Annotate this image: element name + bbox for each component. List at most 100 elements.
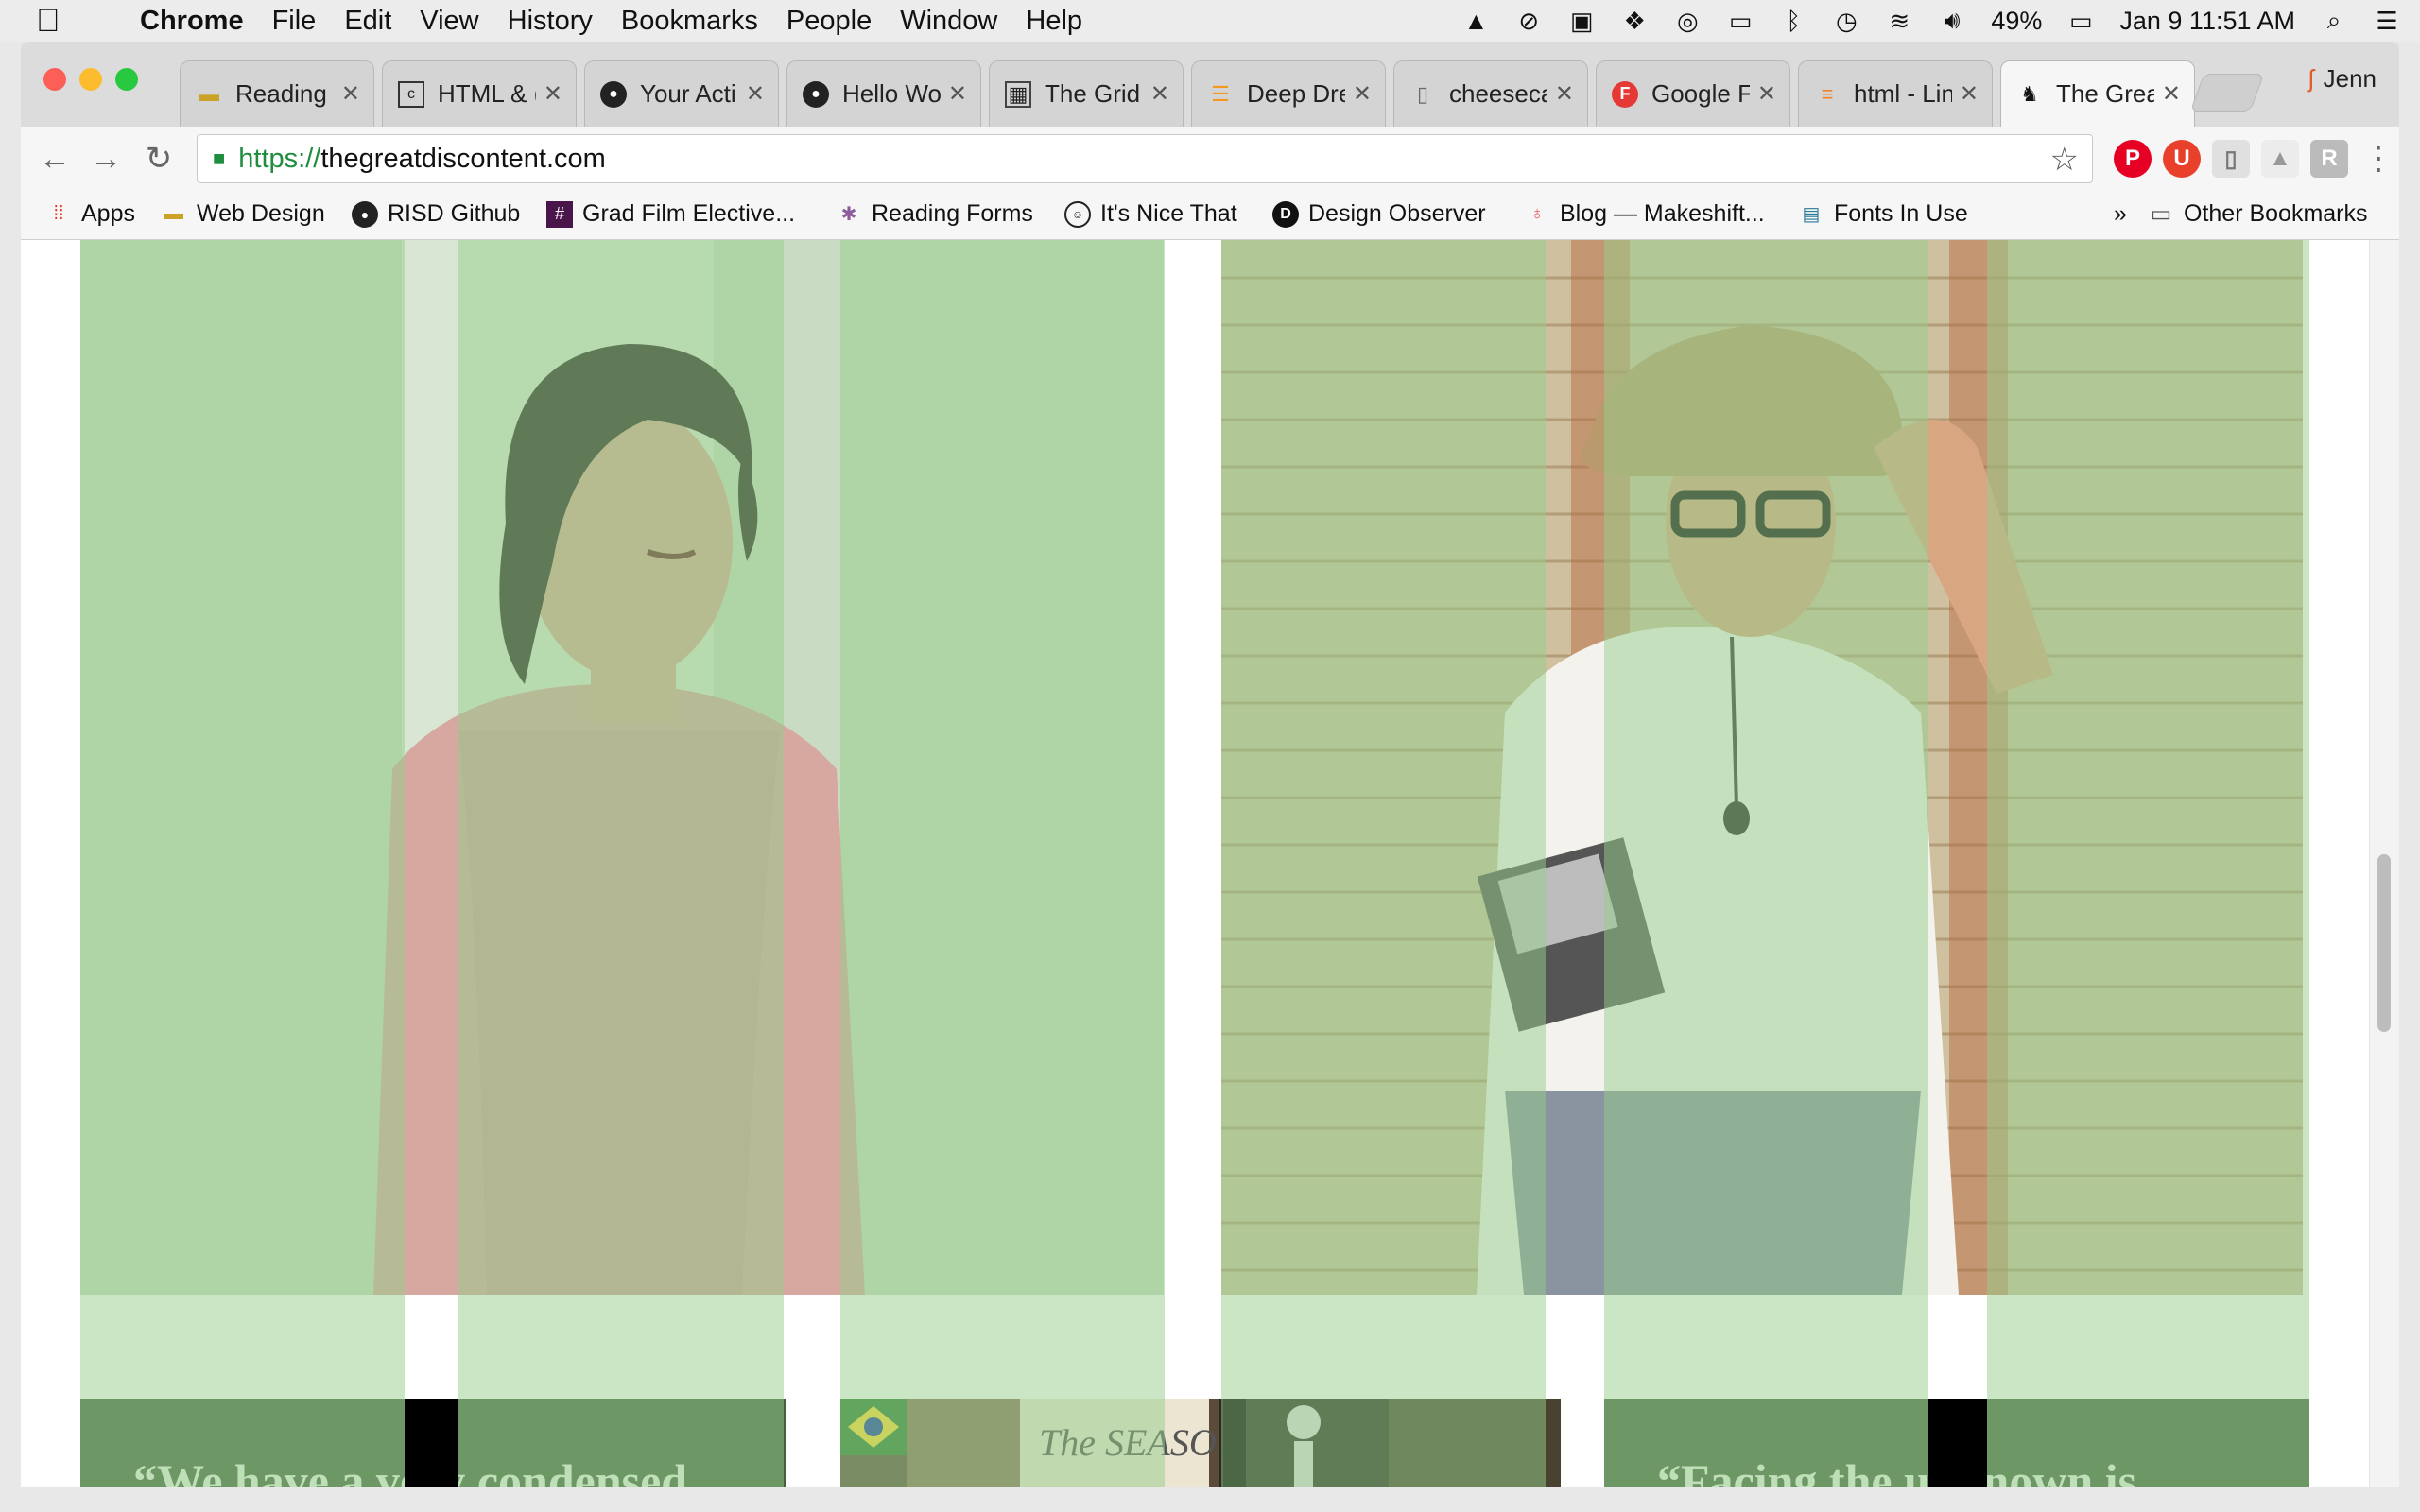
browser-window: ▬ Reading ✕ c HTML & ( ✕ ● Your Acti ✕ ●…	[21, 42, 2399, 1487]
document-extension-icon[interactable]: ▯	[2212, 140, 2250, 178]
menu-window[interactable]: Window	[900, 6, 997, 37]
profile-name: Jenn	[2323, 64, 2377, 93]
tab-stackoverflow[interactable]: ≡ html - Lin ✕	[1798, 60, 1993, 127]
tab-your-activity[interactable]: ● Your Acti ✕	[584, 60, 779, 127]
web-page-viewport: “We have a very condensed The SEASON “Fa…	[21, 240, 2399, 1487]
tab-html[interactable]: c HTML & ( ✕	[382, 60, 577, 127]
page-scrollbar[interactable]	[2369, 240, 2399, 1487]
mac-menu-bar:  Chrome File Edit View History Bookmark…	[0, 0, 2420, 42]
bookmark-web-design[interactable]: ▬ Web Design	[161, 200, 325, 228]
reload-icon[interactable]: ↻	[140, 140, 178, 178]
bookmark-label: Other Bookmarks	[2184, 200, 2368, 227]
bookmark-makeshift[interactable]: ♁ Blog — Makeshift...	[1524, 200, 1765, 228]
collage-thumbnail[interactable]: The SEASON	[840, 1399, 1561, 1487]
sync-icon[interactable]: ⊘	[1514, 7, 1543, 35]
bookmark-apps[interactable]: ⁞⁞ Apps	[45, 200, 135, 228]
bookmark-its-nice-that[interactable]: ☺ It's Nice That	[1064, 200, 1237, 228]
tab-label: Hello Wo	[842, 79, 941, 108]
close-tab-icon[interactable]: ✕	[1150, 80, 1169, 108]
dropbox-icon[interactable]: ❖	[1620, 7, 1649, 35]
menu-edit[interactable]: Edit	[344, 6, 391, 37]
menu-app-name[interactable]: Chrome	[140, 6, 244, 37]
new-tab-button[interactable]	[2189, 74, 2265, 112]
menu-bookmarks[interactable]: Bookmarks	[621, 6, 758, 37]
grid-gutter-marker	[1223, 1399, 1246, 1487]
close-tab-icon[interactable]: ✕	[1353, 80, 1372, 108]
close-tab-icon[interactable]: ✕	[1555, 80, 1574, 108]
github-icon: ●	[352, 200, 378, 228]
tab-hello-world[interactable]: ● Hello Wo ✕	[786, 60, 981, 127]
menu-file[interactable]: File	[272, 6, 317, 37]
bookmark-reading-forms[interactable]: ✱ Reading Forms	[836, 200, 1033, 228]
zoom-window-button[interactable]	[115, 68, 138, 91]
quote-heading-right: “Facing the unknown is	[1657, 1454, 2137, 1487]
creative-cloud-icon[interactable]: ◎	[1673, 7, 1702, 35]
close-tab-icon[interactable]: ✕	[948, 80, 967, 108]
back-icon[interactable]: ←	[36, 140, 74, 178]
bookmark-fonts-in-use[interactable]: ▤ Fonts In Use	[1798, 200, 1968, 228]
scrollbar-thumb[interactable]	[2377, 854, 2391, 1032]
portrait-photo-man[interactable]	[1221, 240, 2303, 1295]
spotlight-search-icon[interactable]: ⌕	[2320, 6, 2348, 35]
bookmark-grad-film[interactable]: # Grad Film Elective...	[546, 200, 795, 228]
close-window-button[interactable]	[43, 68, 66, 91]
menu-help[interactable]: Help	[1026, 6, 1082, 37]
address-bar[interactable]: ■ https:// thegreatdiscontent.com ☆	[197, 134, 2093, 183]
bookmark-star-icon[interactable]: ☆	[2050, 141, 2079, 179]
close-tab-icon[interactable]: ✕	[1960, 80, 1979, 108]
tab-label: HTML & (	[438, 79, 536, 108]
portrait-photo-woman[interactable]	[80, 240, 1164, 1295]
security-icon[interactable]: ▣	[1567, 7, 1596, 35]
bookmarks-bar: ⁞⁞ Apps ▬ Web Design ● RISD Github # Gra…	[21, 191, 2399, 240]
close-tab-icon[interactable]: ✕	[746, 80, 765, 108]
apple-icon[interactable]: 	[36, 3, 74, 40]
bookmark-risd-github[interactable]: ● RISD Github	[352, 200, 520, 228]
folder-icon: ▭	[2150, 201, 2172, 227]
bookmark-label: Reading Forms	[872, 200, 1033, 227]
bookmark-label: Design Observer	[1308, 200, 1486, 227]
toggle-extension-icon[interactable]: R	[2310, 140, 2348, 178]
laptop-icon: ▬	[164, 203, 183, 224]
drive-extension-icon[interactable]: ▲	[2261, 140, 2299, 178]
menu-history[interactable]: History	[508, 6, 593, 37]
pinterest-extension-icon[interactable]: P	[2114, 140, 2152, 178]
tab-label: Google F	[1651, 79, 1750, 108]
close-tab-icon[interactable]: ✕	[544, 80, 562, 108]
tab-cheesecake[interactable]: ▯ cheeseca ✕	[1393, 60, 1588, 127]
bookmarks-overflow-button[interactable]: »	[2114, 200, 2127, 228]
stack-icon: ☰	[1211, 81, 1230, 106]
tab-the-great-discontent[interactable]: ♞ The Grea ✕	[2000, 60, 2195, 127]
great-discontent-icon: ♞	[2020, 81, 2039, 106]
battery-icon[interactable]: ▭	[2066, 7, 2095, 35]
profile-button[interactable]: ʃ Jenn	[2308, 64, 2377, 94]
tab-the-grid[interactable]: ▦ The Grid ✕	[989, 60, 1184, 127]
close-tab-icon[interactable]: ✕	[341, 80, 360, 108]
airplay-icon[interactable]: ▭	[1726, 7, 1754, 35]
menu-people[interactable]: People	[786, 6, 872, 37]
google-drive-icon[interactable]: ▲	[1461, 7, 1490, 35]
notification-center-icon[interactable]: ☰	[2373, 7, 2401, 35]
minimize-window-button[interactable]	[79, 68, 102, 91]
bookmark-label: Fonts In Use	[1834, 200, 1968, 227]
volume-icon[interactable]: 🔊︎	[1938, 6, 1966, 35]
design-observer-icon: D	[1272, 200, 1299, 228]
tab-reading[interactable]: ▬ Reading ✕	[180, 60, 374, 127]
chrome-menu-icon[interactable]: ⋮	[2360, 140, 2397, 178]
wifi-icon[interactable]: ≋	[1885, 7, 1913, 35]
bookmark-design-observer[interactable]: D Design Observer	[1272, 200, 1486, 228]
forward-icon[interactable]: →	[87, 140, 125, 178]
ublock-extension-icon[interactable]: U	[2163, 140, 2201, 178]
battery-percent: 49%	[1991, 6, 2043, 35]
portrait-woman-illustration	[80, 240, 1164, 1295]
close-tab-icon[interactable]: ✕	[2162, 80, 2181, 108]
clock[interactable]: Jan 9 11:51 AM	[2119, 7, 2295, 36]
bluetooth-icon[interactable]: ᛒ	[1779, 7, 1807, 35]
close-tab-icon[interactable]: ✕	[1757, 80, 1776, 108]
tab-label: The Grea	[2056, 79, 2154, 108]
other-bookmarks-folder[interactable]: ▭ Other Bookmarks	[2148, 200, 2368, 228]
time-machine-icon[interactable]: ◷	[1832, 7, 1860, 35]
apps-grid-icon: ⁞⁞	[53, 203, 64, 224]
tab-deep-dream[interactable]: ☰ Deep Dre ✕	[1191, 60, 1386, 127]
tab-google-fonts[interactable]: F Google F ✕	[1596, 60, 1790, 127]
menu-view[interactable]: View	[420, 6, 478, 37]
